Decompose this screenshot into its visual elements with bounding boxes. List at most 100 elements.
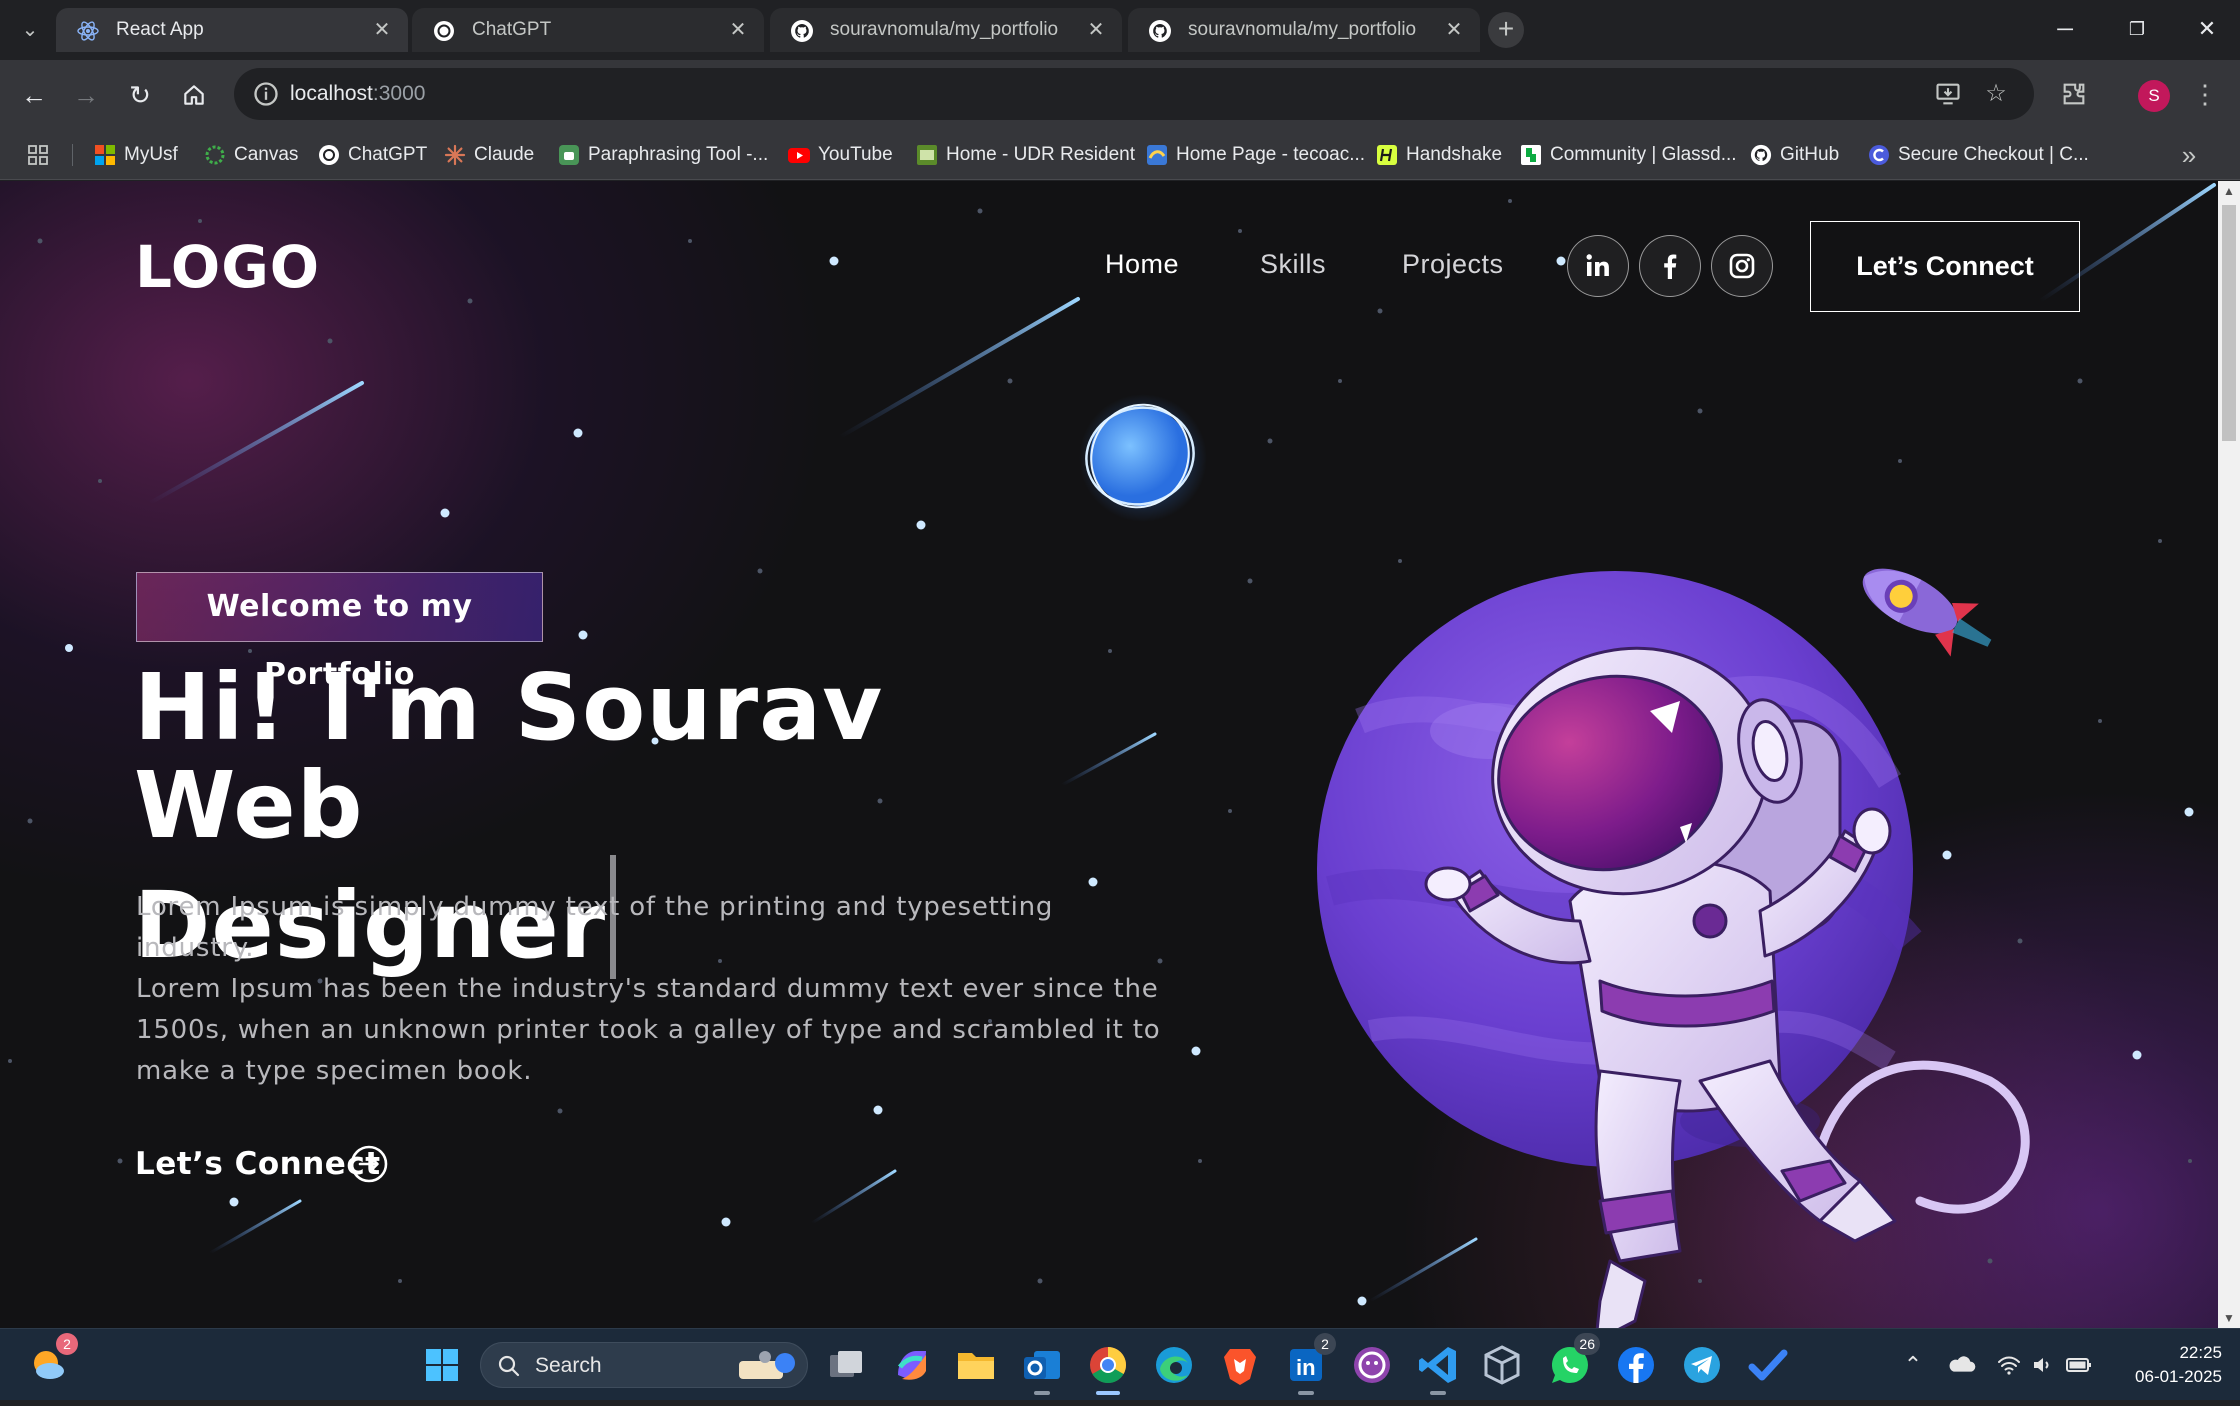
hero-description: Lorem Ipsum is simply dummy text of the … [136, 887, 1176, 1092]
svg-text:in: in [1296, 1355, 1316, 1380]
bookmark-paraphrasing-tool[interactable]: Paraphrasing Tool -... [558, 130, 768, 180]
copilot-taskbar-app[interactable] [888, 1341, 936, 1389]
tab-title: souravnomula/my_portfolio [830, 19, 1059, 40]
scrollbar-thumb[interactable] [2222, 205, 2236, 441]
search-highlight-icon [739, 1351, 795, 1379]
close-tab-icon[interactable]: ✕ [1442, 8, 1466, 52]
new-tab-button[interactable]: + [1488, 12, 1524, 48]
system-clock[interactable]: 22:25 06-01-2025 [2112, 1341, 2222, 1389]
install-app-icon[interactable] [1932, 78, 1964, 110]
extensions-icon[interactable] [2054, 74, 2094, 114]
facebook-icon [1618, 1347, 1654, 1383]
nav-link-projects[interactable]: Projects [1402, 249, 1504, 280]
minimize-window-button[interactable]: ─ [2030, 0, 2100, 58]
vscode-taskbar-app[interactable] [1414, 1341, 1462, 1395]
bookmark-claude[interactable]: Claude [444, 130, 534, 180]
bookmark-github[interactable]: GitHub [1750, 130, 1839, 180]
close-tab-icon[interactable]: ✕ [1084, 8, 1108, 52]
outlook-taskbar-app[interactable] [1018, 1341, 1066, 1395]
close-tab-icon[interactable]: ✕ [370, 8, 394, 52]
bookmark-glassdoor[interactable]: Community | Glassd... [1520, 130, 1737, 180]
task-view-button[interactable] [822, 1341, 870, 1389]
linkedin-social-button[interactable] [1567, 235, 1629, 297]
github-icon [1750, 144, 1772, 166]
chrome-menu-icon[interactable]: ⋮ [2190, 74, 2220, 114]
battery-icon[interactable] [2062, 1329, 2096, 1401]
outlook-icon [1024, 1351, 1060, 1379]
github-icon [791, 20, 813, 42]
wifi-icon[interactable] [1992, 1329, 2026, 1401]
clock-date: 06-01-2025 [2135, 1367, 2222, 1386]
edge-taskbar-app[interactable] [1150, 1341, 1198, 1389]
active-app-indicator [1096, 1391, 1120, 1395]
tab-github-portfolio-2[interactable]: souravnomula/my_portfolio ✕ [1128, 8, 1480, 52]
bookmark-tecoac[interactable]: Home Page - tecoac... [1146, 130, 1365, 180]
whatsapp-taskbar-app[interactable]: 26 [1546, 1333, 1600, 1389]
instagram-icon [1729, 253, 1755, 279]
nav-link-skills[interactable]: Skills [1260, 249, 1326, 280]
restore-window-button[interactable]: ❐ [2102, 0, 2172, 58]
show-hidden-icons-chevron-icon[interactable]: ⌃ [1898, 1329, 1928, 1401]
search-placeholder: Search [535, 1354, 602, 1377]
volume-icon[interactable] [2028, 1329, 2058, 1401]
profile-avatar[interactable]: S [2138, 80, 2170, 112]
checkmark-todo-icon [1748, 1349, 1788, 1381]
virtualbox-taskbar-app[interactable] [1478, 1341, 1526, 1389]
close-window-button[interactable]: ✕ [2172, 0, 2240, 58]
bookmark-separator [72, 144, 73, 166]
facebook-social-button[interactable] [1639, 235, 1701, 297]
bookmark-myusf[interactable]: MyUsf [94, 130, 178, 180]
onedrive-icon[interactable] [1944, 1329, 1980, 1401]
chrome-icon [1090, 1347, 1127, 1384]
running-indicator [1298, 1391, 1314, 1395]
address-bar[interactable]: localhost:3000 ☆ [234, 68, 2034, 120]
start-button[interactable] [418, 1341, 466, 1389]
telegram-taskbar-app[interactable] [1678, 1341, 1726, 1389]
back-button[interactable]: ← [12, 73, 56, 117]
facebook-taskbar-app[interactable] [1612, 1341, 1660, 1389]
scroll-down-arrow-icon[interactable]: ▼ [2218, 1308, 2240, 1328]
site-info-icon[interactable] [252, 80, 280, 108]
weather-widget[interactable]: 2 [24, 1333, 78, 1389]
todo-taskbar-app[interactable] [1744, 1341, 1792, 1389]
canvas-icon [205, 145, 225, 165]
bookmark-star-icon[interactable]: ☆ [1980, 78, 2012, 110]
bookmark-handshake[interactable]: Handshake [1376, 130, 1502, 180]
file-explorer-taskbar-app[interactable] [952, 1341, 1000, 1389]
bookmark-udr-resident[interactable]: Home - UDR Resident [916, 130, 1135, 180]
brave-taskbar-app[interactable] [1216, 1341, 1264, 1389]
windows-start-icon [426, 1349, 458, 1381]
site-logo[interactable]: LOGO [135, 233, 320, 301]
reload-button[interactable]: ↻ [118, 73, 162, 117]
nav-link-home[interactable]: Home [1105, 249, 1179, 280]
taskbar-search-box[interactable]: Search [480, 1342, 808, 1388]
bookmark-youtube[interactable]: YouTube [788, 130, 893, 180]
url-text[interactable]: localhost:3000 [290, 68, 425, 120]
bookmark-label: Home Page - tecoac... [1176, 144, 1366, 165]
bookmarks-bar: MyUsf Canvas ChatGPT Claude Paraphrasing… [0, 130, 2240, 180]
scroll-up-arrow-icon[interactable]: ▲ [2218, 181, 2240, 201]
close-tab-icon[interactable]: ✕ [726, 8, 750, 52]
linkedin-taskbar-app[interactable]: in 2 [1282, 1333, 1336, 1395]
lets-connect-header-button[interactable]: Let’s Connect [1810, 221, 2080, 312]
tab-github-portfolio-1[interactable]: souravnomula/my_portfolio ✕ [770, 8, 1122, 52]
tab-react-app[interactable]: React App ✕ [56, 8, 408, 52]
github-desktop-taskbar-app[interactable] [1348, 1341, 1396, 1389]
apps-grid-icon[interactable] [26, 143, 50, 167]
home-button[interactable] [172, 73, 216, 117]
tab-search-chevron-icon[interactable]: ⌄ [14, 14, 46, 46]
forward-button[interactable]: → [64, 73, 108, 117]
arrow-right-circle-icon[interactable] [349, 1144, 389, 1184]
bookmark-chatgpt[interactable]: ChatGPT [318, 130, 427, 180]
bookmark-secure-checkout[interactable]: Secure Checkout | C... [1868, 130, 2089, 180]
more-bookmarks-icon[interactable]: » [2174, 130, 2204, 180]
instagram-social-button[interactable] [1711, 235, 1773, 297]
weather-badge: 2 [56, 1333, 78, 1355]
lets-connect-hero-link[interactable]: Let’s Connect [135, 1146, 381, 1182]
bookmark-canvas[interactable]: Canvas [204, 130, 298, 180]
telegram-icon [1684, 1347, 1720, 1383]
page-scrollbar[interactable]: ▲ ▼ [2218, 181, 2240, 1328]
tab-chatgpt[interactable]: ChatGPT ✕ [412, 8, 764, 52]
chrome-taskbar-app[interactable] [1084, 1341, 1132, 1395]
tab-title: React App [116, 19, 204, 40]
